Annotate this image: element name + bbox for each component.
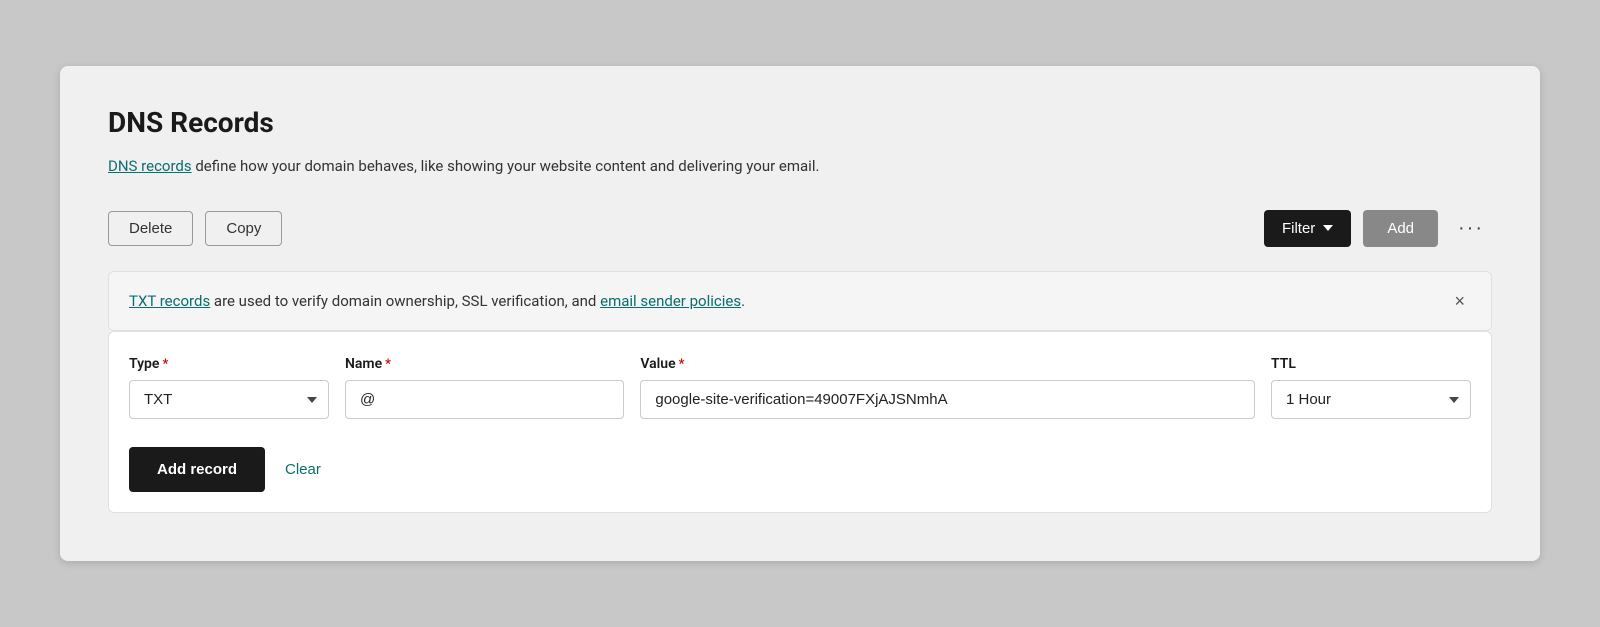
add-record-form: Type * TXT A AAAA CNAME MX NS SOA SRV xyxy=(108,331,1492,513)
name-required-star: * xyxy=(385,357,391,372)
delete-button[interactable]: Delete xyxy=(108,211,193,246)
value-required-star: * xyxy=(679,357,685,372)
ttl-field-group: TTL 1 Hour 30 Minutes 1 Day Custom xyxy=(1271,356,1471,419)
toolbar-right: Filter Add ··· xyxy=(1264,210,1492,247)
value-label: Value * xyxy=(640,356,1255,372)
txt-records-link[interactable]: TXT records xyxy=(129,292,210,310)
page-description: DNS records define how your domain behav… xyxy=(108,155,1492,178)
form-row: Type * TXT A AAAA CNAME MX NS SOA SRV xyxy=(129,356,1471,419)
chevron-down-icon xyxy=(1323,225,1333,231)
type-select-wrapper: TXT A AAAA CNAME MX NS SOA SRV CAA xyxy=(129,380,329,419)
value-input[interactable] xyxy=(640,380,1255,419)
type-field-group: Type * TXT A AAAA CNAME MX NS SOA SRV xyxy=(129,356,329,419)
type-select[interactable]: TXT A AAAA CNAME MX NS SOA SRV CAA xyxy=(129,380,329,419)
ttl-select[interactable]: 1 Hour 30 Minutes 1 Day Custom xyxy=(1271,380,1471,419)
add-button[interactable]: Add xyxy=(1363,210,1438,247)
page-title: DNS Records xyxy=(108,106,1492,139)
info-section: TXT records are used to verify domain ow… xyxy=(108,271,1492,514)
more-options-button[interactable]: ··· xyxy=(1450,211,1492,246)
type-required-star: * xyxy=(162,357,168,372)
name-field-group: Name * xyxy=(345,356,624,419)
name-input[interactable] xyxy=(345,380,624,419)
add-record-button[interactable]: Add record xyxy=(129,447,265,492)
ttl-label: TTL xyxy=(1271,356,1471,372)
value-field-group: Value * xyxy=(640,356,1255,419)
toolbar-left: Delete Copy xyxy=(108,211,282,246)
clear-button[interactable]: Clear xyxy=(285,461,321,478)
info-banner: TXT records are used to verify domain ow… xyxy=(108,271,1492,332)
email-sender-policies-link[interactable]: email sender policies xyxy=(600,292,741,310)
filter-label: Filter xyxy=(1282,220,1315,237)
name-label: Name * xyxy=(345,356,624,372)
copy-button[interactable]: Copy xyxy=(205,211,282,246)
close-banner-button[interactable]: × xyxy=(1448,290,1471,312)
toolbar: Delete Copy Filter Add ··· xyxy=(108,210,1492,247)
filter-button[interactable]: Filter xyxy=(1264,210,1351,247)
type-label: Type * xyxy=(129,356,329,372)
ttl-select-wrapper: 1 Hour 30 Minutes 1 Day Custom xyxy=(1271,380,1471,419)
info-banner-text: TXT records are used to verify domain ow… xyxy=(129,290,745,313)
form-actions: Add record Clear xyxy=(129,447,1471,492)
dns-records-link[interactable]: DNS records xyxy=(108,157,192,175)
dns-records-card: DNS Records DNS records define how your … xyxy=(60,66,1540,561)
